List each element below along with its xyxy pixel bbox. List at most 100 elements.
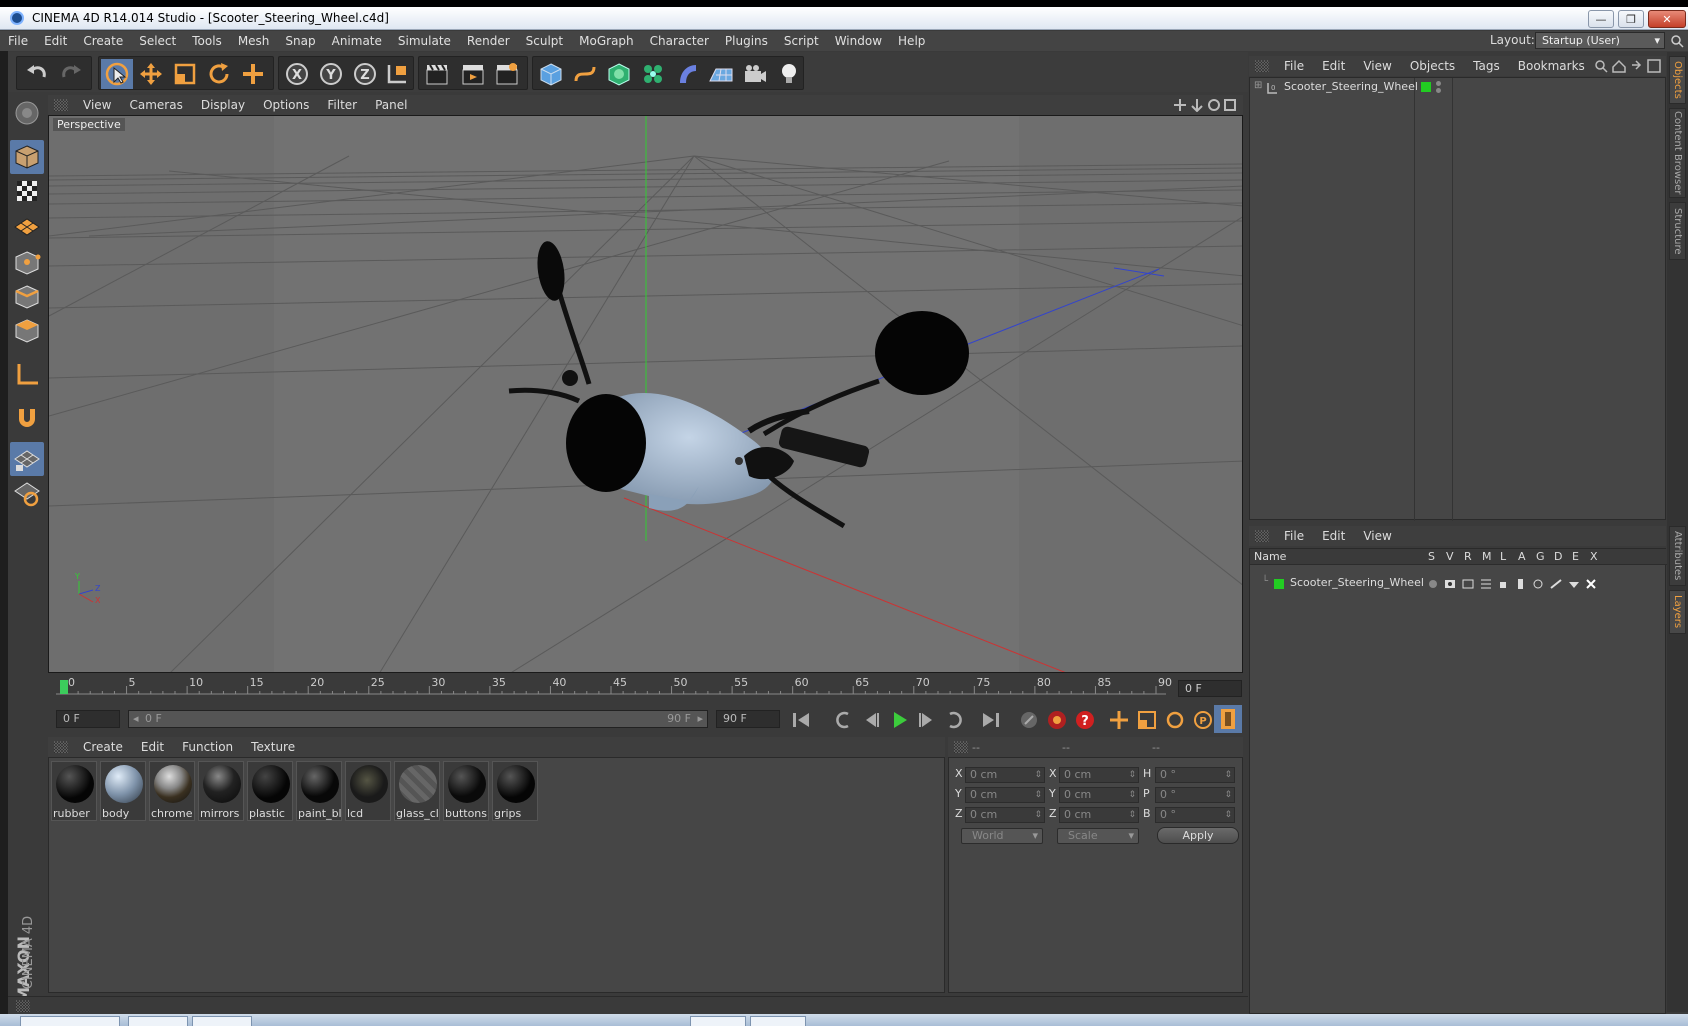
menu-mograph[interactable]: MoGraph [571, 34, 642, 48]
render-settings-button[interactable] [491, 59, 523, 89]
current-frame-field[interactable]: 0 F [1178, 680, 1242, 697]
tab-attributes[interactable]: Attributes [1669, 526, 1686, 586]
layer-header-name[interactable]: Name [1254, 550, 1286, 563]
material-swatch[interactable]: lcd [345, 761, 391, 821]
rotation-b-field[interactable]: 0 ° [1155, 807, 1235, 823]
minimize-button[interactable]: — [1588, 10, 1614, 28]
layers-menu-edit[interactable]: Edit [1313, 529, 1354, 543]
size-z-field[interactable]: 0 cm [1059, 807, 1139, 823]
add-camera-button[interactable] [739, 59, 771, 89]
menu-sculpt[interactable]: Sculpt [518, 34, 571, 48]
objects-menu-tags[interactable]: Tags [1464, 59, 1509, 73]
layer-col-expressions[interactable]: E [1572, 550, 1579, 563]
add-light-button[interactable] [773, 59, 805, 89]
material-menu-create[interactable]: Create [74, 740, 132, 754]
layer-col-solo[interactable]: S [1428, 550, 1435, 563]
layer-color-swatch[interactable] [1421, 82, 1431, 92]
live-selection-button[interactable] [101, 59, 133, 89]
add-mograph-button[interactable] [637, 59, 669, 89]
viewport-menu-panel[interactable]: Panel [366, 98, 416, 112]
layer-col-animation[interactable]: A [1518, 550, 1526, 563]
menu-plugins[interactable]: Plugins [717, 34, 776, 48]
key-parameter-button[interactable]: P [1190, 707, 1216, 733]
layer-col-locked[interactable]: L [1500, 550, 1506, 563]
autokey-help-button[interactable]: ? [1072, 707, 1098, 733]
tab-structure[interactable]: Structure [1669, 202, 1686, 260]
make-editable-button[interactable] [10, 96, 44, 130]
key-rotation-button[interactable] [1162, 707, 1188, 733]
close-button[interactable]: ✕ [1648, 10, 1686, 28]
menu-script[interactable]: Script [776, 34, 827, 48]
position-x-field[interactable]: 0 cm [965, 767, 1045, 783]
points-mode-button[interactable] [10, 246, 44, 280]
viewport-menu-display[interactable]: Display [192, 98, 254, 112]
taskbar-button[interactable] [690, 1016, 746, 1026]
move-tool-button[interactable] [135, 59, 167, 89]
size-y-field[interactable]: 0 cm [1059, 787, 1139, 803]
render-view-button[interactable] [421, 59, 453, 89]
layer-col-render[interactable]: R [1464, 550, 1472, 563]
material-swatch[interactable]: body [100, 761, 146, 821]
objects-menu-bookmarks[interactable]: Bookmarks [1509, 59, 1594, 73]
scale-tool-button[interactable] [169, 59, 201, 89]
timeline-mode-button[interactable] [1214, 705, 1242, 733]
object-row[interactable]: ⊞ 0 Scooter_Steering_Wheel [1250, 80, 1667, 96]
layer-col-generators[interactable]: G [1536, 550, 1545, 563]
snap-settings-button[interactable] [10, 442, 44, 476]
render-picture-viewer-button[interactable] [457, 59, 489, 89]
menu-window[interactable]: Window [827, 34, 890, 48]
taskbar-button[interactable] [128, 1016, 188, 1026]
objects-menu-objects[interactable]: Objects [1401, 59, 1464, 73]
record-active-button[interactable] [1044, 707, 1070, 733]
menu-tools[interactable]: Tools [184, 34, 230, 48]
taskbar-button[interactable] [192, 1016, 252, 1026]
next-key-button[interactable] [942, 707, 968, 733]
add-deformer-button[interactable] [671, 59, 703, 89]
viewport-menu-cameras[interactable]: Cameras [120, 98, 191, 112]
objects-menu-edit[interactable]: Edit [1313, 59, 1354, 73]
y-axis-lock-button[interactable]: Y [315, 59, 347, 89]
edges-mode-button[interactable] [10, 280, 44, 314]
tweak-mode-button[interactable] [10, 400, 44, 434]
render-visibility-dot-icon[interactable] [1436, 88, 1441, 93]
recent-tool-button[interactable] [237, 59, 269, 89]
position-z-field[interactable]: 0 cm [965, 807, 1045, 823]
material-swatch[interactable]: buttons [443, 761, 489, 821]
menu-select[interactable]: Select [131, 34, 184, 48]
taskbar-button[interactable] [750, 1016, 806, 1026]
menu-edit[interactable]: Edit [36, 34, 75, 48]
redo-button[interactable] [55, 59, 87, 89]
polygons-mode-button[interactable] [10, 314, 44, 348]
material-swatch[interactable]: paint_bl [296, 761, 342, 821]
previous-key-button[interactable] [830, 707, 856, 733]
coordinate-space-select[interactable]: World [961, 828, 1043, 844]
menu-snap[interactable]: Snap [277, 34, 323, 48]
key-scale-button[interactable] [1134, 707, 1160, 733]
material-swatch[interactable]: mirrors [198, 761, 244, 821]
start-frame-field[interactable]: 0 F [56, 710, 120, 728]
material-menu-function[interactable]: Function [173, 740, 242, 754]
viewport-camera-label[interactable]: Perspective [53, 118, 125, 131]
material-swatch[interactable]: grips [492, 761, 538, 821]
z-axis-lock-button[interactable]: Z [349, 59, 381, 89]
end-frame-field[interactable]: 90 F [716, 710, 780, 728]
material-swatch[interactable]: rubber [51, 761, 97, 821]
locked-workplane-button[interactable] [10, 476, 44, 510]
layer-name[interactable]: Scooter_Steering_Wheel [1290, 576, 1424, 589]
texture-mode-button[interactable] [10, 174, 44, 208]
menu-create[interactable]: Create [75, 34, 131, 48]
expand-toggle-icon[interactable]: ⊞ [1254, 80, 1262, 91]
search-icon[interactable] [1670, 34, 1684, 48]
play-button[interactable] [886, 707, 912, 733]
menu-mesh[interactable]: Mesh [230, 34, 278, 48]
layer-row[interactable]: └ Scooter_Steering_Wheel [1250, 576, 1667, 592]
maximize-button[interactable]: ❐ [1618, 10, 1644, 28]
apply-button[interactable]: Apply [1157, 827, 1239, 844]
menu-render[interactable]: Render [459, 34, 518, 48]
taskbar-button[interactable] [20, 1016, 120, 1026]
menu-character[interactable]: Character [642, 34, 717, 48]
layer-color-swatch[interactable] [1274, 579, 1284, 589]
undo-button[interactable] [21, 59, 53, 89]
object-manager-tool-icons[interactable] [1594, 59, 1664, 73]
layer-col-xref[interactable]: X [1590, 550, 1598, 563]
